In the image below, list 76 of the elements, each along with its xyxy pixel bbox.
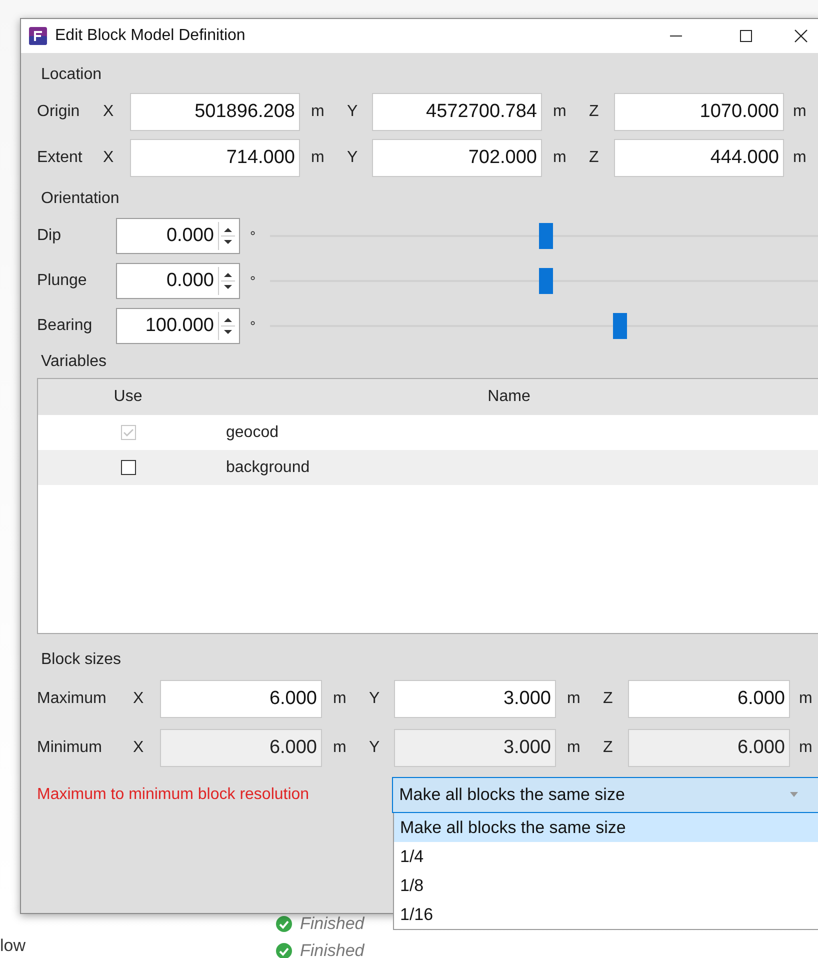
axis-label: Z <box>588 149 600 167</box>
unit-label: m <box>552 103 568 121</box>
unit-label: ° <box>249 272 257 288</box>
close-icon[interactable] <box>794 29 808 43</box>
dropdown-option[interactable]: 1/8 <box>394 871 818 900</box>
row-label: Minimum <box>37 738 103 756</box>
number-field[interactable]: 3.000 <box>394 680 556 718</box>
unit-label: m <box>552 149 568 167</box>
app-logo-icon <box>29 27 47 45</box>
axis-label: X <box>103 103 115 121</box>
status-text: Finished <box>300 941 364 958</box>
status-text: Finished <box>300 914 364 934</box>
variable-name: background <box>225 458 310 476</box>
row-label: Dip <box>37 226 62 244</box>
axis-label: Y <box>346 103 359 121</box>
dropdown-option[interactable]: Make all blocks the same size <box>394 813 818 842</box>
spin-box[interactable]: 100.000 <box>116 308 240 344</box>
spin-box[interactable]: 0.000 <box>116 262 240 298</box>
slider-thumb[interactable] <box>538 268 552 294</box>
row-label: Origin <box>37 103 81 121</box>
unit-label: ° <box>249 228 257 244</box>
unit-label: m <box>566 690 582 708</box>
number-field[interactable]: 4572700.784 <box>372 93 542 131</box>
variable-name: geocod <box>225 424 278 442</box>
check-circle-icon <box>276 916 292 932</box>
axis-label: X <box>103 149 115 167</box>
unit-label: m <box>310 149 326 167</box>
slider-thumb[interactable] <box>612 312 627 338</box>
unit-label: ° <box>249 318 257 334</box>
axis-label: Z <box>602 738 614 756</box>
checkbox[interactable] <box>120 460 136 475</box>
caret-icon <box>790 792 798 797</box>
number-field[interactable]: 6.000 <box>160 680 322 718</box>
axis-label: Y <box>346 149 359 167</box>
unit-label: m <box>332 738 348 756</box>
dropdown[interactable]: Make all blocks the same size <box>392 777 818 813</box>
spin-arrows-icon[interactable] <box>218 222 237 250</box>
unit-label: m <box>798 738 812 756</box>
slider-thumb[interactable] <box>538 222 552 248</box>
row-label: Extent <box>37 149 84 167</box>
row-label: Maximum <box>37 690 108 708</box>
unit-label: m <box>566 738 582 756</box>
axis-label: X <box>133 738 145 756</box>
section-heading: Location <box>40 65 102 85</box>
unit-label: m <box>798 690 812 708</box>
number-field[interactable]: 1070.000 <box>614 93 784 131</box>
axis-label: Y <box>368 738 381 756</box>
column-header[interactable]: Name <box>218 388 818 406</box>
column-header[interactable]: Use <box>38 388 218 406</box>
row-label: Bearing <box>37 316 94 334</box>
number-field[interactable]: 501896.208 <box>130 93 300 131</box>
row-label: Plunge <box>37 272 88 290</box>
number-field[interactable]: 702.000 <box>372 139 542 177</box>
spin-arrows-icon[interactable] <box>218 312 237 340</box>
unit-label: m <box>332 690 348 708</box>
window-title: Edit Block Model Definition <box>55 27 246 45</box>
field-label: Maximum to minimum block resolution <box>37 786 310 804</box>
spin-arrows-icon[interactable] <box>218 266 237 294</box>
axis-label: X <box>133 690 145 708</box>
number-field[interactable]: 6.000 <box>628 680 790 718</box>
maximize-icon[interactable] <box>739 29 753 43</box>
axis-label: Z <box>602 690 614 708</box>
number-field[interactable]: 714.000 <box>130 139 300 177</box>
dropdown-option[interactable]: 1/4 <box>394 842 818 871</box>
section-heading: Orientation <box>40 189 120 209</box>
section-heading: Block sizes <box>40 650 122 670</box>
axis-label: Z <box>588 103 600 121</box>
spin-box[interactable]: 0.000 <box>116 218 240 254</box>
axis-label: Y <box>368 690 381 708</box>
section-heading: Variables <box>40 352 108 372</box>
number-field[interactable]: 444.000 <box>614 139 784 177</box>
unit-label: m <box>792 149 806 167</box>
unit-label: m <box>792 103 806 121</box>
unit-label: m <box>310 103 326 121</box>
dropdown-option[interactable]: 1/16 <box>394 900 818 929</box>
row-label: low <box>0 936 26 956</box>
